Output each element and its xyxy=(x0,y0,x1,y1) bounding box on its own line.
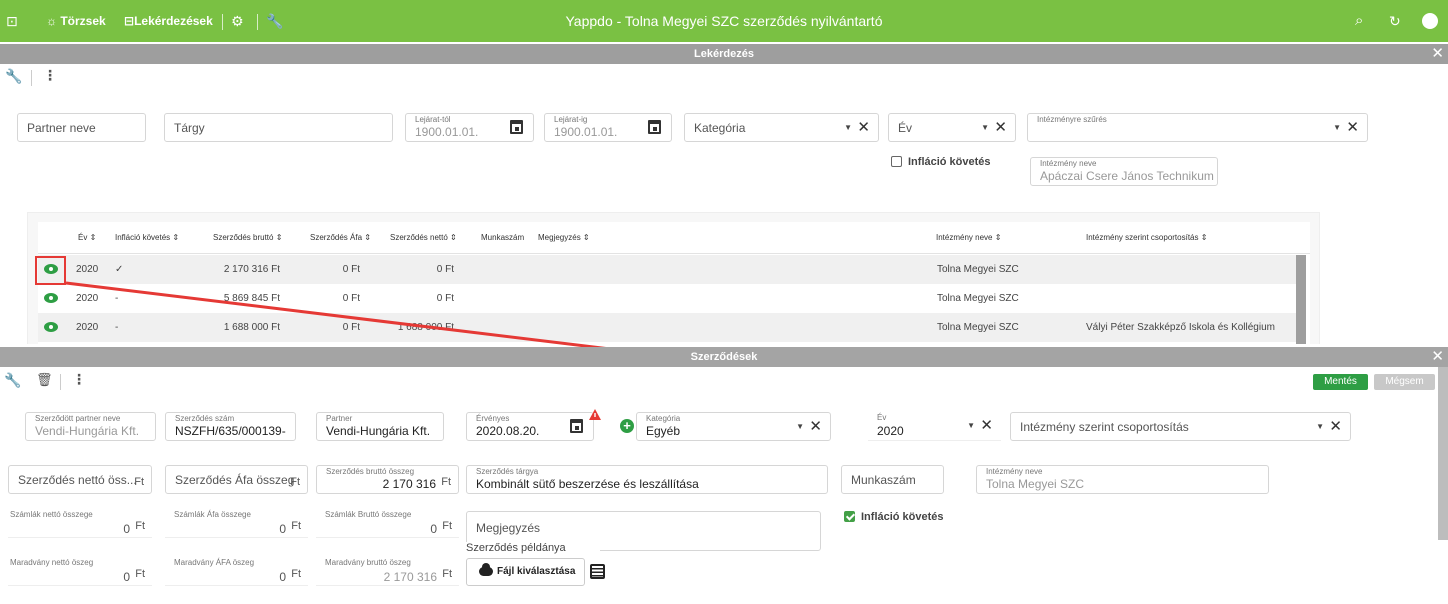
szamlak-brutto-field: Számlák Bruttó összege 0 Ft xyxy=(316,509,459,538)
calendar-icon[interactable] xyxy=(648,120,661,134)
save-button[interactable]: Mentés xyxy=(1313,374,1368,390)
dropdown-arrow-icon[interactable]: ▼ xyxy=(981,114,989,142)
col-csoport[interactable]: Intézmény szerint csoportosítás ⇕ xyxy=(1086,222,1207,254)
netto-osszeg-field[interactable]: Szerződés nettó öss... Ft xyxy=(8,465,152,494)
kategoria-select[interactable]: Kategória Egyéb ▼ ✕ xyxy=(636,412,831,441)
col-ev[interactable]: Év ⇕ xyxy=(78,222,96,254)
col-brutto[interactable]: Szerződés bruttó ⇕ xyxy=(213,222,282,254)
clear-icon[interactable]: ✕ xyxy=(994,114,1007,142)
targy-filter[interactable]: Tárgy xyxy=(164,113,393,142)
intezmeny-filter-select[interactable]: Intézményre szűrés ▼ ✕ xyxy=(1027,113,1368,142)
wrench-icon[interactable]: 🔧 xyxy=(5,68,22,85)
kategoria-select[interactable]: Kategória ▼ ✕ xyxy=(684,113,879,142)
szamlak-afa-field: Számlák Áfa összege 0 Ft xyxy=(165,509,308,538)
intezmeny-neve-field: Intézmény neve Apáczai Csere János Techn… xyxy=(1030,157,1218,186)
grid-header: Év ⇕ Infláció követés ⇕ Szerződés bruttó… xyxy=(38,222,1310,254)
csoport-select[interactable]: Intézmény szerint csoportosítás ▼ ✕ xyxy=(1010,412,1351,441)
app-topbar: ⊡ ☼ Törzsek ⊟Lekérdezések ⚙ 🔧 Yappdo - T… xyxy=(0,0,1448,42)
ev-select[interactable]: Év 2020 ▼ ✕ xyxy=(868,412,1001,441)
checkbox-box-checked[interactable] xyxy=(844,511,855,522)
dropdown-arrow-icon[interactable]: ▼ xyxy=(844,114,852,142)
cloud-upload-icon xyxy=(479,563,493,576)
wrench-icon[interactable]: 🔧 xyxy=(4,372,21,389)
col-intezmeny[interactable]: Intézmény neve ⇕ xyxy=(936,222,1001,254)
eye-icon[interactable] xyxy=(44,293,58,303)
munkaszam-field[interactable]: Munkaszám xyxy=(841,465,944,494)
refresh-icon[interactable]: ↻ xyxy=(1389,0,1401,42)
close-icon[interactable]: ✕ xyxy=(1431,347,1444,367)
add-category-icon[interactable]: + xyxy=(620,419,634,433)
clear-icon[interactable]: ✕ xyxy=(809,413,822,441)
warning-icon xyxy=(589,409,601,420)
peldany-section: Szerződés példánya xyxy=(466,542,600,554)
calendar-icon[interactable] xyxy=(510,120,523,134)
partner-field[interactable]: Partner Vendi-Hungária Kft. xyxy=(316,412,444,441)
table-row[interactable]: 2020 - 5 869 845 Ft 0 Ft 0 Ft Tolna Megy… xyxy=(38,284,1296,313)
maradvany-afa-field: Maradvány ÁFA öszeg 0 Ft xyxy=(165,557,308,586)
brutto-osszeg-field[interactable]: Szerződés bruttó összeg 2 170 316 Ft xyxy=(316,465,459,494)
query-panel-header: Lekérdezés ✕ xyxy=(0,44,1448,64)
szerzodes-szam-field[interactable]: Szerződés szám NSZFH/635/000139- xyxy=(165,412,296,441)
intezmeny-neve-field: Intézmény neve Tolna Megyei SZC xyxy=(976,465,1269,494)
form-scrollbar[interactable] xyxy=(1438,367,1448,540)
szamlak-netto-field: Számlák nettó összege 0 Ft xyxy=(8,509,152,538)
clear-icon[interactable]: ✕ xyxy=(1346,114,1359,142)
grid-scrollbar[interactable] xyxy=(1296,255,1306,344)
col-munkaszam[interactable]: Munkaszám xyxy=(481,222,524,254)
calendar-icon[interactable] xyxy=(570,419,583,433)
divider xyxy=(31,70,32,86)
delete-icon[interactable]: 🗑 xyxy=(36,372,53,388)
dropdown-arrow-icon[interactable]: ▼ xyxy=(796,413,804,441)
divider xyxy=(60,374,61,390)
ervenyes-date-field[interactable]: Érvényes 2020.08.20. xyxy=(466,412,594,441)
maradvany-netto-field: Maradvány nettó öszeg 0 Ft xyxy=(8,557,152,586)
clear-icon[interactable]: ✕ xyxy=(857,114,870,142)
more-vert-icon[interactable]: ⋮ xyxy=(72,371,86,388)
ev-select[interactable]: Év ▼ ✕ xyxy=(888,113,1016,142)
inflacio-checkbox[interactable]: Infláció követés xyxy=(844,511,944,523)
more-vert-icon[interactable]: ⋮ xyxy=(43,67,57,84)
close-icon[interactable]: ✕ xyxy=(1431,44,1444,64)
user-avatar[interactable] xyxy=(1422,13,1438,29)
eye-icon[interactable] xyxy=(44,322,58,332)
search-icon[interactable]: ⌕ xyxy=(1355,0,1363,42)
dropdown-arrow-icon[interactable]: ▼ xyxy=(1333,114,1341,142)
query-panel-title: Lekérdezés xyxy=(694,48,754,60)
cancel-button[interactable]: Mégsem xyxy=(1374,374,1435,390)
clear-icon[interactable]: ✕ xyxy=(1329,413,1342,441)
afa-osszeg-field[interactable]: Szerződés Áfa összeg Ft xyxy=(165,465,308,494)
partner-filter[interactable]: Partner neve xyxy=(17,113,146,142)
lejarat-ig-field[interactable]: Lejárat-ig 1900.01.01. xyxy=(544,113,672,142)
col-netto[interactable]: Szerződés nettó ⇕ xyxy=(390,222,457,254)
maradvany-brutto-field: Maradvány bruttó öszeg 2 170 316 Ft xyxy=(316,557,459,586)
checkbox-box[interactable] xyxy=(891,156,902,167)
annotation-highlight-box xyxy=(35,256,66,285)
app-title: Yappdo - Tolna Megyei SZC szerződés nyil… xyxy=(565,13,883,29)
file-select-button[interactable]: Fájl kiválasztása xyxy=(466,558,585,586)
col-megjegyzes[interactable]: Megjegyzés ⇕ xyxy=(538,222,590,254)
col-inflacio[interactable]: Infláció követés ⇕ xyxy=(115,222,179,254)
inflacio-checkbox[interactable]: Infláció követés xyxy=(891,156,991,168)
contract-panel-title: Szerződések xyxy=(690,351,758,363)
table-row[interactable]: 2020 - 1 688 000 Ft 0 Ft 1 688 000 Ft To… xyxy=(38,313,1296,342)
table-row[interactable]: 2020 ✓ 2 170 316 Ft 0 Ft 0 Ft Tolna Megy… xyxy=(38,255,1296,284)
lejarat-tol-field[interactable]: Lejárat-tól 1900.01.01. xyxy=(405,113,534,142)
szerzodott-partner-field: Szerződött partner neve Vendi-Hungária K… xyxy=(25,412,156,441)
dropdown-arrow-icon[interactable]: ▼ xyxy=(1316,413,1324,441)
list-icon[interactable] xyxy=(590,564,605,579)
clear-icon[interactable]: ✕ xyxy=(980,412,993,440)
contracts-grid: Év ⇕ Infláció követés ⇕ Szerződés bruttó… xyxy=(38,222,1310,344)
targy-field[interactable]: Szerződés tárgya Kombinált sütő beszerzé… xyxy=(466,465,828,494)
dropdown-arrow-icon[interactable]: ▼ xyxy=(967,412,975,440)
col-afa[interactable]: Szerződés Áfa ⇕ xyxy=(310,222,371,254)
contract-panel-header: Szerződések ✕ xyxy=(0,347,1448,367)
